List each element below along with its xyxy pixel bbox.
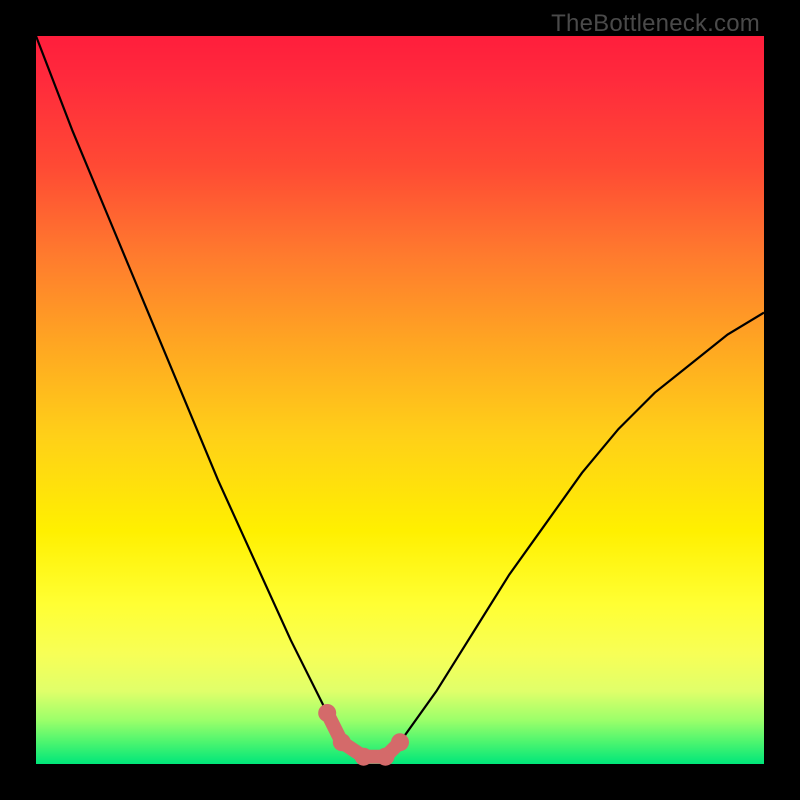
- outer-frame: TheBottleneck.com: [0, 0, 800, 800]
- optimal-range-dot: [333, 733, 351, 751]
- optimal-range-dot: [391, 733, 409, 751]
- optimal-range-dot: [376, 748, 394, 766]
- bottleneck-curve: [36, 36, 764, 757]
- watermark-text: TheBottleneck.com: [551, 10, 760, 38]
- plot-area: [36, 36, 764, 764]
- optimal-range-dot: [318, 704, 336, 722]
- optimal-range-dot: [355, 748, 373, 766]
- curve-svg: [36, 36, 764, 764]
